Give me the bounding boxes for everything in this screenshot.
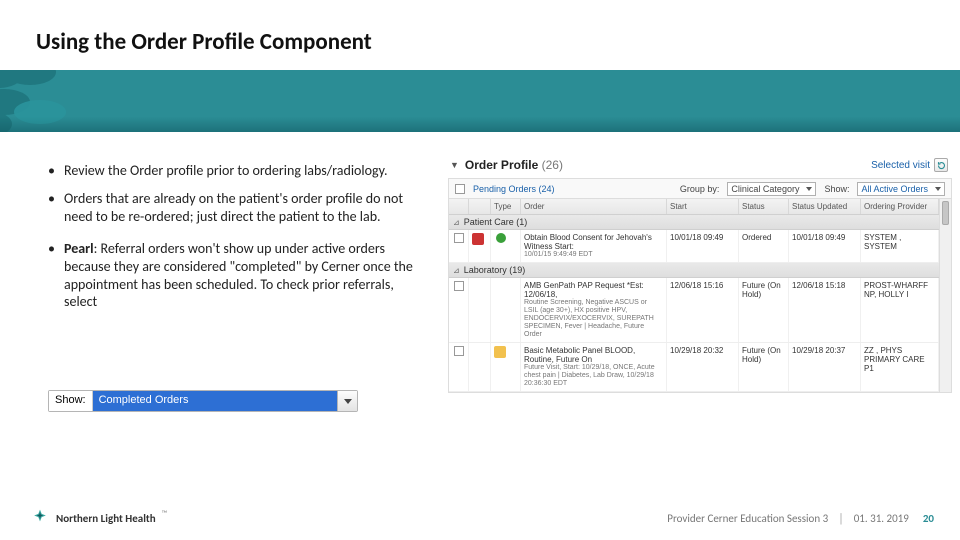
selected-visit-label: Selected visit [871,160,930,171]
page-number: 20 [923,512,934,525]
show-dropdown[interactable]: Show: Completed Orders [48,390,358,412]
star-icon [30,508,50,528]
footer: Northern Light Health ™ Provider Cerner … [0,508,960,528]
group-patient-care[interactable]: ⊿Patient Care (1) [449,215,939,230]
row-checkbox[interactable] [454,346,464,356]
show-dropdown-value: Completed Orders [93,391,337,411]
show-select[interactable]: All Active Orders [857,182,945,196]
header-band [0,70,960,132]
body-text: •Review the Order profile prior to order… [48,162,428,321]
row-checkbox[interactable] [454,233,464,243]
pending-orders-link[interactable]: Pending Orders (24) [473,184,555,194]
bullet-1: Review the Order profile prior to orderi… [64,162,428,180]
type-icon [494,346,506,358]
table-row[interactable]: AMB GenPath PAP Request *Est: 12/06/18,R… [449,278,939,343]
table-header: Type Order Start Status Status Updated O… [449,199,939,215]
collapse-icon[interactable]: ▼ [450,160,459,170]
row-checkbox[interactable] [454,281,464,291]
pending-checkbox[interactable] [455,184,465,194]
table-row[interactable]: Basic Metabolic Panel BLOOD, Routine, Fu… [449,343,939,392]
groupby-label: Group by: [680,184,720,194]
group-laboratory[interactable]: ⊿Laboratory (19) [449,263,939,278]
panel-count: (26) [542,158,563,172]
show-label: Show: [824,184,849,194]
order-profile-panel: ▼ Order Profile (26) Selected visit Pend… [448,158,952,393]
refresh-icon[interactable] [934,158,948,172]
groupby-select[interactable]: Clinical Category [727,182,816,196]
panel-title: Order Profile [465,158,538,172]
page-title: Using the Order Profile Component [36,28,372,56]
show-dropdown-label: Show: [49,391,93,411]
chevron-down-icon[interactable] [337,391,357,411]
session-label: Provider Cerner Education Session 3 [667,512,828,525]
brand-logo: Northern Light Health ™ [30,508,167,528]
footer-date: 01. 31. 2019 [854,512,909,525]
bullet-2: Orders that are already on the patient's… [64,190,428,226]
vertical-scrollbar[interactable] [939,199,951,392]
orders-table: Type Order Start Status Status Updated O… [448,198,952,393]
alert-icon [472,233,484,245]
type-icon [496,233,506,243]
filter-bar: Pending Orders (24) Group by: Clinical C… [448,178,952,198]
bullet-3: Pearl: Referral orders won't show up und… [64,240,428,312]
table-row[interactable]: Obtain Blood Consent for Jehovah's Witne… [449,230,939,263]
